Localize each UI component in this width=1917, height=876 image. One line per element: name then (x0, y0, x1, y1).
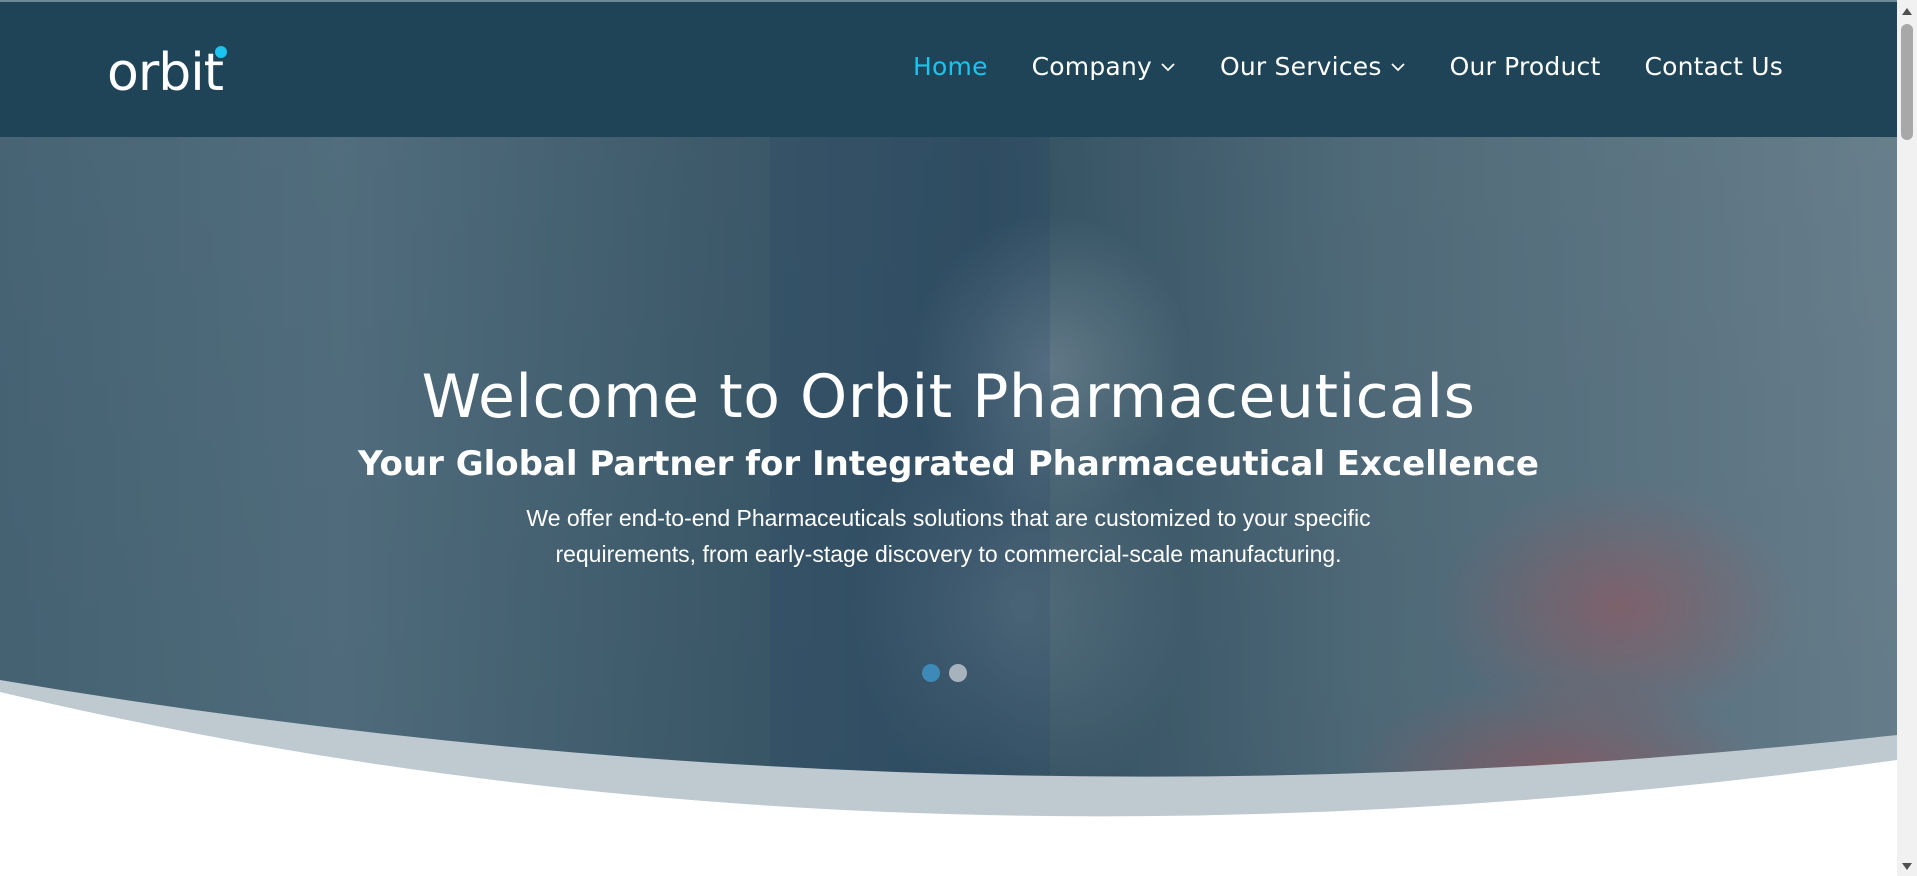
logo-text: orbit (107, 43, 224, 102)
logo-accent-dot (215, 46, 227, 58)
hero-wave-divider (0, 680, 1897, 876)
nav-contact-us[interactable]: Contact Us (1644, 52, 1783, 81)
hero-title: Welcome to Orbit Pharmaceuticals (421, 362, 1476, 432)
chevron-down-icon (1390, 62, 1405, 71)
chevron-down-icon (1161, 62, 1175, 71)
site-header: orbit Home Company Our Services Our Prod… (0, 0, 1897, 137)
nav-our-services[interactable]: Our Services (1220, 52, 1406, 81)
nav-company[interactable]: Company (1032, 52, 1176, 81)
nav-company-label: Company (1031, 52, 1152, 81)
nav-our-product-label: Our Product (1449, 52, 1601, 81)
scroll-down-icon[interactable] (1902, 863, 1912, 870)
orbit-logo[interactable]: orbit (107, 42, 252, 102)
scroll-up-icon[interactable] (1902, 8, 1912, 15)
main-nav: Home Company Our Services Our Product Co… (913, 52, 1783, 81)
nav-our-services-label: Our Services (1220, 52, 1382, 81)
nav-contact-us-label: Contact Us (1644, 52, 1783, 81)
hero-description: We offer end-to-end Pharmaceuticals solu… (0, 500, 1897, 572)
nav-home[interactable]: Home (913, 52, 988, 81)
hero-subtitle: Your Global Partner for Integrated Pharm… (358, 444, 1539, 484)
nav-home-label: Home (913, 52, 988, 81)
scrollbar-thumb[interactable] (1901, 24, 1913, 140)
nav-our-product[interactable]: Our Product (1450, 52, 1601, 81)
hero-description-line: requirements, from early-stage discovery… (555, 541, 1342, 567)
vertical-scrollbar[interactable] (1897, 0, 1917, 876)
page: orbit Home Company Our Services Our Prod… (0, 0, 1917, 876)
hero-description-line: We offer end-to-end Pharmaceuticals solu… (526, 505, 1371, 531)
